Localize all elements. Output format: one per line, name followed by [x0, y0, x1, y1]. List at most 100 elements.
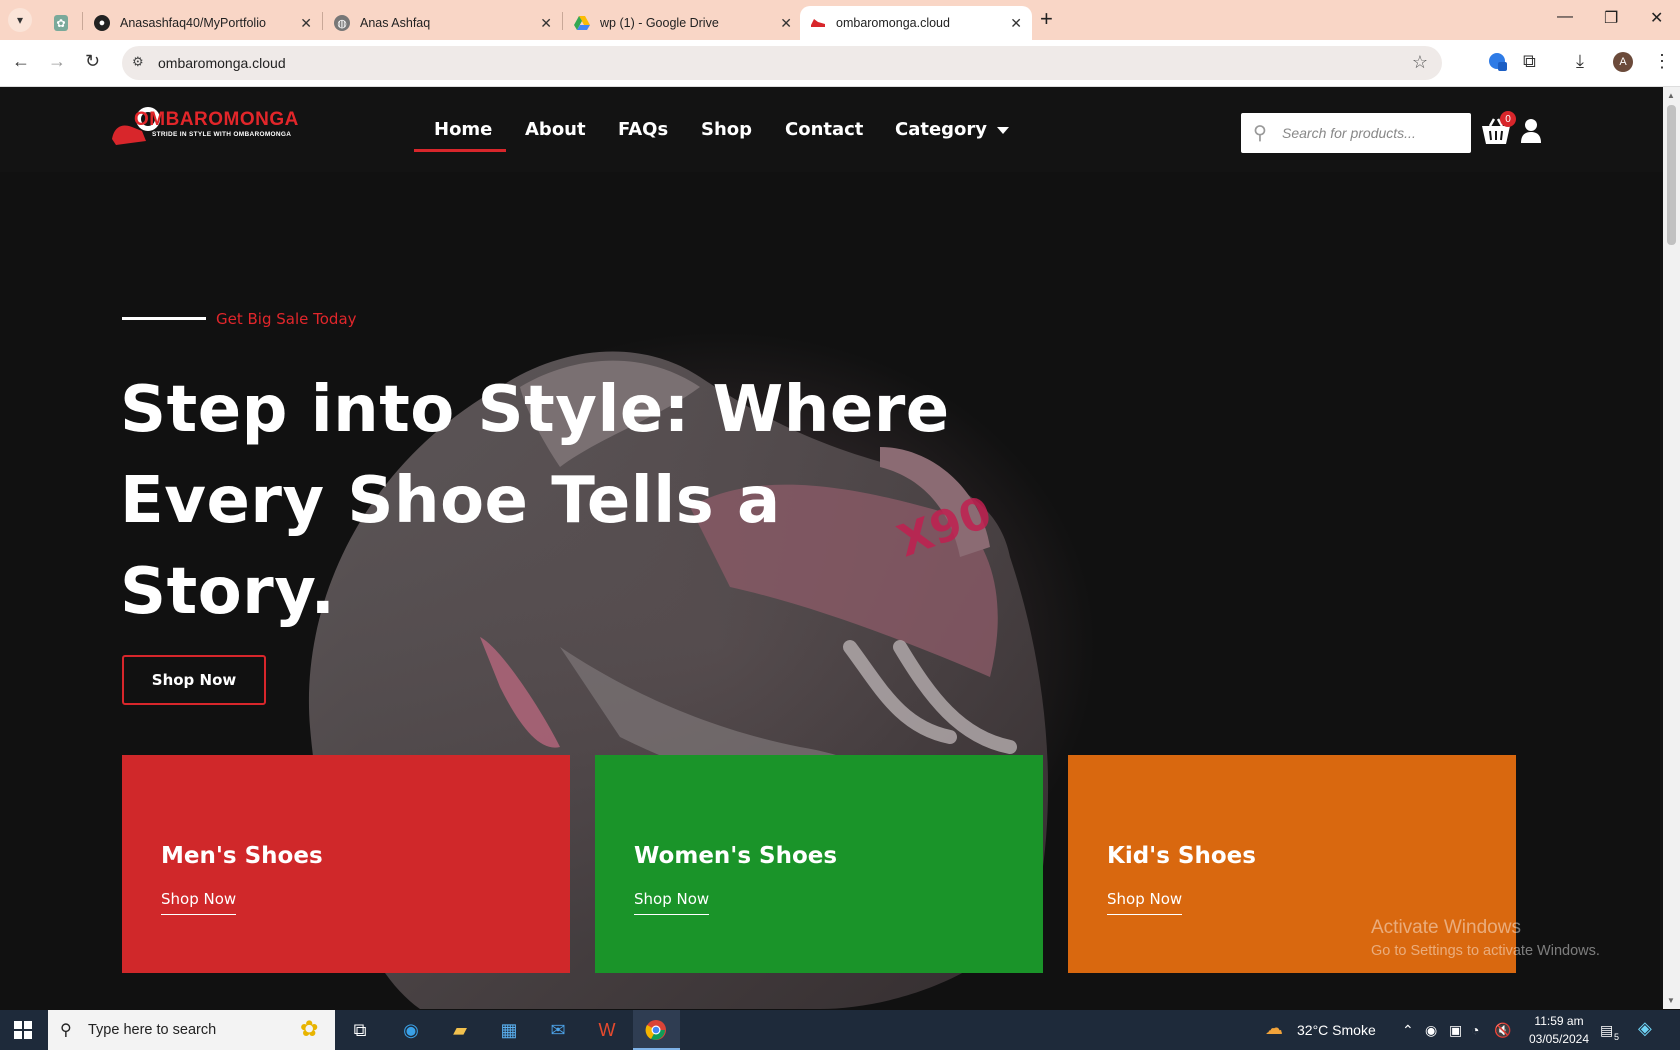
back-icon[interactable]: ← [12, 51, 30, 72]
nav-category-label: Category [895, 119, 988, 140]
clock-time[interactable]: 11:59 am [1529, 1014, 1589, 1028]
taskbar-search-placeholder[interactable]: Type here to search [88, 1022, 216, 1038]
nav-contact[interactable]: Contact [785, 119, 863, 140]
card-shop-now-link[interactable]: Shop Now [634, 890, 710, 915]
new-tab-button[interactable]: + [1040, 8, 1053, 30]
globe-icon: ◍ [334, 15, 350, 31]
product-search[interactable]: ⚲ Search for products... [1241, 113, 1471, 153]
weather-text[interactable]: 32°C Smoke [1297, 1022, 1376, 1038]
volume-muted-icon[interactable]: 🔇 [1494, 1022, 1511, 1039]
card-shop-now-link[interactable]: Shop Now [1107, 890, 1183, 915]
url-text[interactable]: ombaromonga.cloud [158, 55, 286, 71]
flower-icon: ✿ [300, 1016, 319, 1041]
scroll-up-icon[interactable]: ▲ [1667, 91, 1675, 100]
copilot-icon[interactable] [1487, 51, 1509, 78]
mail-icon[interactable]: ✉ [544, 1016, 572, 1044]
bookmark-star-icon[interactable]: ☆ [1412, 52, 1428, 73]
windows-taskbar: ⚲ Type here to search ✿ ⧉ ◉ ▰ ▦ ✉ W ☁ 32… [0, 1010, 1680, 1050]
clock-date[interactable]: 03/05/2024 [1524, 1032, 1594, 1046]
notifications-icon[interactable]: ▤ [1600, 1022, 1613, 1039]
headline-line: Story. [120, 555, 336, 629]
browser-tab-strip: ▾ ✿ ● Anasashfaq40/MyPortfolio ✕ ◍ Anas … [0, 0, 1680, 40]
record-icon[interactable]: ◉ [1425, 1022, 1437, 1039]
extensions-icon[interactable]: ⧉ [1523, 51, 1536, 72]
chrome-icon [642, 1016, 670, 1044]
github-icon: ● [94, 15, 110, 31]
search-icon: ⚲ [60, 1022, 72, 1039]
category-card-women[interactable]: Women's Shoes Shop Now [595, 755, 1043, 973]
headline-line: Every Shoe Tells a [120, 464, 781, 538]
close-window-icon[interactable]: ✕ [1650, 8, 1663, 28]
scrollbar-thumb[interactable] [1667, 105, 1676, 245]
weather-icon[interactable]: ☁ [1265, 1018, 1283, 1039]
profile-avatar[interactable]: A [1613, 52, 1633, 72]
nav-shop[interactable]: Shop [701, 119, 752, 140]
user-account-icon[interactable] [1520, 119, 1542, 143]
chrome-taskbar-active[interactable] [633, 1010, 680, 1050]
card-shop-now-link[interactable]: Shop Now [161, 890, 237, 915]
forward-icon[interactable]: → [48, 51, 66, 72]
download-icon[interactable]: ⤓ [1576, 51, 1584, 72]
tab-search-button[interactable]: ▾ [8, 8, 32, 32]
page-scrollbar[interactable]: ▲ ▼ [1663, 87, 1680, 1009]
logo-title: OMBAROMONGA [134, 109, 299, 130]
tab-title: Anas Ashfaq [360, 16, 431, 30]
close-icon[interactable]: ✕ [780, 15, 792, 32]
taskbar-search[interactable]: ⚲ Type here to search ✿ [48, 1010, 335, 1050]
windows-start-icon[interactable] [14, 1021, 32, 1039]
site-header: OMBAROMONGA STRIDE IN STYLE WITH OMBAROM… [0, 87, 1663, 172]
notification-count: 5 [1614, 1032, 1620, 1042]
hero-headline: Step into Style: Where Every Shoe Tells … [120, 365, 980, 638]
site-info-icon[interactable]: ⚙ [132, 54, 144, 70]
active-nav-indicator [414, 149, 506, 152]
more-menu-icon[interactable]: ⋮ [1653, 51, 1671, 72]
cart-count-badge: 0 [1500, 111, 1516, 127]
tab-portfolio[interactable]: ◍ Anas Ashfaq ✕ [324, 6, 562, 40]
task-view-icon[interactable]: ⧉ [346, 1016, 374, 1044]
tab-separator [82, 12, 83, 30]
edge-icon[interactable]: ◉ [397, 1016, 425, 1044]
tab-separator [562, 12, 563, 30]
category-card-men[interactable]: Men's Shoes Shop Now [122, 755, 570, 973]
meet-now-icon[interactable]: ▣ [1449, 1022, 1462, 1039]
search-placeholder[interactable]: Search for products... [1282, 125, 1416, 141]
restore-icon[interactable]: ❐ [1604, 8, 1618, 28]
shoe-icon [810, 15, 826, 31]
close-icon[interactable]: ✕ [540, 15, 552, 32]
tab-ombaromonga[interactable]: ombaromonga.cloud ✕ [800, 6, 1032, 40]
wps-office-icon[interactable]: W [593, 1016, 621, 1044]
file-explorer-icon[interactable]: ▰ [446, 1016, 474, 1044]
card-title: Kid's Shoes [1107, 843, 1256, 869]
tab-google-drive[interactable]: wp (1) - Google Drive ✕ [564, 6, 802, 40]
card-title: Women's Shoes [634, 843, 838, 869]
hero-shop-now-button[interactable]: Shop Now [122, 655, 266, 705]
nav-category[interactable]: Category [895, 119, 1010, 140]
card-title: Men's Shoes [161, 843, 323, 869]
category-card-kids[interactable]: Kid's Shoes Shop Now [1068, 755, 1516, 973]
close-icon[interactable]: ✕ [1010, 15, 1022, 32]
reload-icon[interactable]: ↻ [85, 51, 100, 72]
nav-home[interactable]: Home [434, 119, 492, 140]
activate-windows-subtitle: Go to Settings to activate Windows. [1371, 943, 1600, 959]
browser-toolbar: ← → ↻ ⚙ ombaromonga.cloud ☆ ⧉ ⤓ A ⋮ [0, 40, 1680, 87]
nav-about[interactable]: About [525, 119, 586, 140]
address-bar[interactable]: ⚙ ombaromonga.cloud ☆ [122, 46, 1442, 80]
tab-github[interactable]: ● Anasashfaq40/MyPortfolio ✕ [84, 6, 322, 40]
google-drive-icon [574, 15, 590, 31]
tab-title: ombaromonga.cloud [836, 16, 950, 30]
chatgpt-icon: ✿ [54, 15, 68, 31]
close-icon[interactable]: ✕ [300, 15, 312, 32]
tab-chatgpt[interactable]: ✿ [44, 6, 78, 40]
scroll-down-icon[interactable]: ▼ [1667, 996, 1675, 1005]
store-icon[interactable]: ▦ [495, 1016, 523, 1044]
network-icon[interactable]: ◔ [1471, 1022, 1479, 1038]
tab-separator [322, 12, 323, 30]
tab-title: wp (1) - Google Drive [600, 16, 719, 30]
headline-line: Step into Style: Where [120, 373, 950, 447]
minimize-icon[interactable]: — [1557, 8, 1573, 26]
search-icon: ⚲ [1253, 123, 1267, 144]
show-hidden-icons[interactable]: ⌃ [1402, 1022, 1414, 1039]
logo-tagline: STRIDE IN STYLE WITH OMBAROMONGA [152, 131, 292, 138]
copilot-taskbar-icon[interactable]: ◈ [1638, 1018, 1652, 1039]
nav-faqs[interactable]: FAQs [618, 119, 668, 140]
